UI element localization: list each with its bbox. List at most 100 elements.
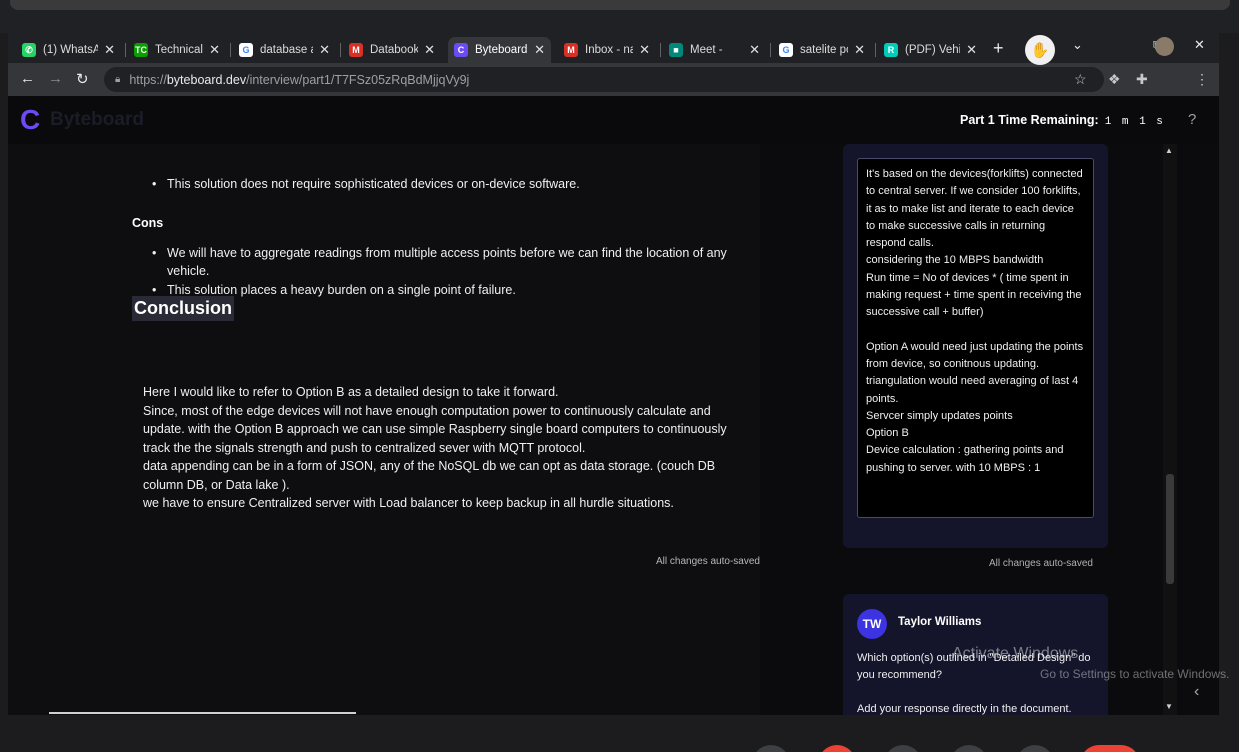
byteboard-icon: C	[454, 43, 468, 57]
timer-value: 1 m 1 s	[1104, 116, 1165, 128]
brand-name: Byteboard	[50, 109, 144, 130]
scroll-up-icon[interactable]: ▲	[1165, 146, 1173, 155]
comment-scrollbar[interactable]: ▲ ▼	[1163, 144, 1177, 715]
bookmark-star-icon[interactable]: ☆	[1074, 71, 1087, 88]
activate-windows-subtitle: Go to Settings to activate Windows.	[1040, 667, 1230, 681]
meet-control-button[interactable]	[884, 745, 922, 752]
leave-call-button[interactable]	[1080, 745, 1140, 752]
tab-separator	[125, 43, 126, 57]
response-line: Device calculation : gathering points an…	[866, 444, 1064, 474]
gmail-icon: M	[349, 43, 363, 57]
tab-title: (PDF) Vehi	[905, 44, 961, 56]
close-tab-icon[interactable]: ✕	[104, 42, 115, 58]
tab-title: Inbox - na	[585, 44, 634, 56]
dropbox-icon[interactable]: ❖	[1108, 71, 1121, 88]
tab-title: Technical i	[155, 44, 203, 56]
close-tab-icon[interactable]: ✕	[639, 42, 650, 58]
app-header: C Byteboard Part 1 Time Remaining: 1 m 1 …	[8, 96, 1219, 144]
conclusion-line: Here I would like to refer to Option B a…	[143, 385, 559, 399]
close-tab-icon[interactable]: ✕	[424, 42, 435, 58]
conclusion-line: Since, most of the edge devices will not…	[143, 403, 727, 455]
scroll-thumb[interactable]	[1166, 474, 1174, 584]
cons-bullet: We will have to aggregate readings from …	[152, 244, 737, 280]
close-tab-icon[interactable]: ✕	[854, 42, 865, 58]
timer-label: Part 1 Time Remaining:	[960, 113, 1099, 127]
meet-control-button[interactable]	[752, 745, 790, 752]
taskbar-strip	[0, 0, 1239, 33]
close-tab-icon[interactable]: ✕	[209, 42, 220, 58]
comment-author: Taylor Williams	[898, 616, 982, 628]
help-button[interactable]: ?	[1188, 111, 1196, 128]
tab-meet[interactable]: ■ Meet - ✕	[663, 37, 766, 63]
profile-avatar[interactable]	[1155, 37, 1174, 56]
time-remaining: Part 1 Time Remaining: 1 m 1 s	[960, 113, 1165, 128]
top-bar	[10, 0, 1230, 10]
conclusion-paragraph: Here I would like to refer to Option B a…	[143, 383, 753, 513]
conclusion-line: we have to ensure Centralized server wit…	[143, 496, 674, 510]
lock-icon[interactable]: 🔒︎	[115, 74, 120, 85]
gmail-icon: M	[564, 43, 578, 57]
tab-google[interactable]: Gdatabase a ✕	[233, 37, 336, 63]
close-tab-icon[interactable]: ✕	[749, 42, 760, 58]
back-icon[interactable]: ←	[20, 70, 35, 87]
tab-title: Databook	[370, 44, 419, 56]
tab-researchgate[interactable]: R (PDF) Vehi ✕	[878, 37, 983, 63]
url-prefix: https://	[129, 72, 167, 87]
meet-icon: ■	[669, 43, 683, 57]
cons-bullet: This solution places a heavy burden on a…	[152, 281, 737, 299]
menu-icon[interactable]: ⋮	[1195, 71, 1209, 88]
tab-title: Meet -	[690, 44, 723, 56]
response-line: It's based on the devices(forklifts) con…	[866, 168, 1083, 250]
activate-windows-title: Activate Windows	[952, 645, 1079, 662]
response-autosave-status: All changes auto-saved	[989, 558, 1093, 569]
avatar: TW	[857, 609, 887, 639]
scroll-down-icon[interactable]: ▼	[1165, 702, 1173, 711]
response-line: Option A would need just updating the po…	[866, 340, 1084, 370]
pro-bullet: This solution does not require sophistic…	[152, 175, 737, 193]
reload-icon[interactable]: ↻	[76, 70, 89, 88]
tab-gmail[interactable]: M Inbox - na ✕	[558, 37, 656, 63]
response-textarea[interactable]: It's based on the devices(forklifts) con…	[857, 158, 1094, 518]
tab-whatsapp[interactable]: ✆ (1) WhatsA ✕	[16, 37, 121, 63]
tab-byteboard[interactable]: C Byteboard ✕	[448, 37, 551, 63]
whatsapp-icon: ✆	[22, 43, 36, 57]
meet-mic-button[interactable]	[818, 745, 856, 752]
google-icon: G	[239, 43, 253, 57]
close-tab-icon[interactable]: ✕	[966, 42, 977, 58]
tab-separator	[660, 43, 661, 57]
comment-instruction: Add your response directly in the docume…	[857, 703, 1072, 715]
tab-title: Byteboard	[475, 44, 528, 56]
extensions-icon[interactable]: ✚	[1136, 71, 1148, 88]
document-editor[interactable]: This solution does not require sophistic…	[8, 144, 760, 715]
close-tab-icon[interactable]: ✕	[319, 42, 330, 58]
meet-control-button[interactable]	[1016, 745, 1054, 752]
hand-extension-icon[interactable]: ✋	[1025, 35, 1055, 65]
forward-icon[interactable]: →	[48, 70, 63, 87]
conclusion-heading: Conclusion	[132, 296, 234, 321]
response-line: considering the 10 MBPS bandwidth	[866, 254, 1044, 267]
tab-separator	[230, 43, 231, 57]
close-tab-icon[interactable]: ✕	[534, 42, 545, 58]
progress-line	[49, 712, 356, 714]
chevron-left-icon[interactable]: ‹	[1194, 683, 1199, 701]
researchgate-icon: R	[884, 43, 898, 57]
tab-gmail[interactable]: M Databook ✕	[343, 37, 441, 63]
meet-control-button[interactable]	[950, 745, 988, 752]
conclusion-line: data appending can be in a form of JSON,…	[143, 459, 716, 492]
close-window-icon[interactable]: ✕	[1194, 37, 1205, 53]
comment-panel: It's based on the devices(forklifts) con…	[760, 144, 1219, 715]
response-line: Option B	[866, 427, 909, 440]
byteboard-logo: C Byteboard	[20, 106, 144, 134]
response-line: Run time = No of devices * ( time spent …	[866, 271, 1082, 319]
response-line: triangulation would need averaging of la…	[866, 375, 1079, 405]
url-path: /interview/part1/T7FSz05zRqBdMjjqVy9j	[246, 72, 470, 87]
tab-title: satelite po	[800, 44, 849, 56]
tab-title: database a	[260, 44, 314, 56]
tab-techcrunch[interactable]: TC Technical i ✕	[128, 37, 226, 63]
google-icon: G	[779, 43, 793, 57]
address-bar[interactable]: 🔒︎ https:// byteboard.dev /interview/par…	[104, 67, 1104, 92]
new-tab-button[interactable]: +	[993, 38, 1004, 59]
tab-google[interactable]: Gsatelite po ✕	[773, 37, 871, 63]
response-line: Servcer simply updates points	[866, 409, 1013, 422]
tab-search-icon[interactable]: ⌄	[1072, 37, 1083, 53]
